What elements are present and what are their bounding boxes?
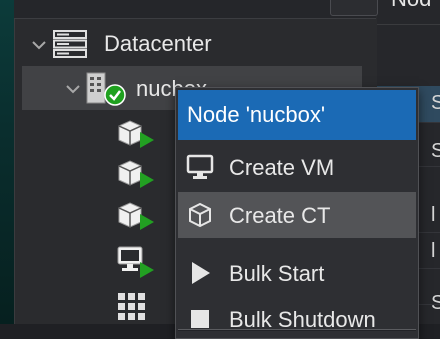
tree-item-label: Datacenter — [104, 31, 212, 56]
context-menu: Node 'nucbox' Create VM Create CT Bulk S… — [175, 87, 419, 339]
content-header: Nod — [377, 0, 440, 25]
chevron-down-icon[interactable] — [66, 82, 80, 96]
stop-icon — [191, 310, 209, 328]
container-running-icon — [118, 120, 154, 148]
menu-item-label: Create VM — [229, 155, 335, 180]
storage-icon — [118, 293, 145, 320]
toolbar-button[interactable] — [330, 0, 378, 16]
cube-icon — [189, 202, 211, 228]
menu-item-bulk-start[interactable]: Bulk Start — [178, 250, 416, 296]
context-menu-title-text: Node 'nucbox' — [187, 102, 326, 127]
menu-item-create-vm[interactable]: Create VM — [178, 144, 416, 190]
content-row-text: S — [431, 140, 440, 162]
content-header-title: Nod — [391, 0, 431, 12]
content-row-text: l — [431, 204, 436, 226]
node-online-icon — [86, 72, 126, 106]
play-icon — [192, 262, 210, 284]
vm-running-icon — [117, 246, 154, 278]
menu-item-create-ct[interactable]: Create CT — [178, 192, 416, 238]
monitor-icon — [186, 154, 214, 179]
menu-item-label: Create CT — [229, 203, 331, 228]
menu-item-bulk-shutdown[interactable]: Bulk Shutdown — [178, 296, 416, 338]
tree-item-datacenter[interactable]: Datacenter — [22, 22, 362, 66]
context-menu-title: Node 'nucbox' — [178, 90, 416, 140]
chevron-down-icon[interactable] — [32, 38, 46, 52]
container-running-icon — [118, 202, 154, 230]
background-edge — [0, 0, 14, 324]
content-row-text: l — [431, 240, 436, 262]
menu-item-label: Bulk Start — [229, 261, 325, 286]
content-row-text: S — [431, 92, 440, 114]
menu-item-label: Bulk Shutdown — [229, 307, 376, 332]
tree-toolbar — [14, 0, 378, 19]
content-row-text: S — [431, 292, 440, 314]
server-rack-icon — [53, 30, 87, 58]
container-running-icon — [118, 160, 154, 188]
